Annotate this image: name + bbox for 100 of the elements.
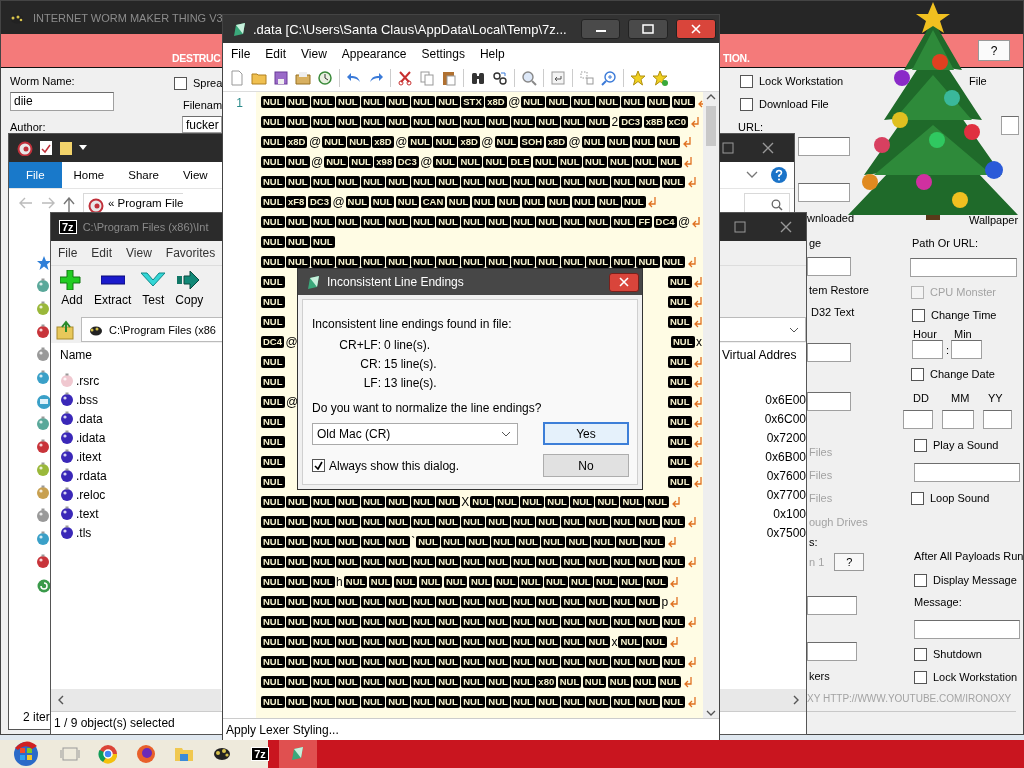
- checkbox[interactable]: [911, 491, 924, 505]
- file-name[interactable]: .idata: [76, 430, 106, 445]
- computer-icon[interactable]: [36, 392, 52, 409]
- dialog-button[interactable]: Yes: [543, 422, 629, 445]
- scissors-icon[interactable]: [397, 70, 413, 86]
- text-field[interactable]: [1001, 116, 1019, 135]
- paste-icon[interactable]: [441, 70, 457, 86]
- menu-item[interactable]: View: [293, 47, 334, 61]
- text-field[interactable]: [951, 340, 982, 359]
- ribbon-tab[interactable]: File: [9, 162, 62, 188]
- checkbox[interactable]: [914, 438, 927, 452]
- ornament-icon[interactable]: [36, 461, 52, 478]
- up-arrow-icon[interactable]: [63, 197, 75, 213]
- star-icon[interactable]: [630, 70, 646, 86]
- text-field[interactable]: [807, 642, 857, 661]
- folder-icon[interactable]: [59, 140, 73, 156]
- checkbox[interactable]: [914, 573, 927, 587]
- text-field[interactable]: fucker: [182, 116, 222, 133]
- menu-item[interactable]: Help: [471, 47, 512, 61]
- toolbar-button[interactable]: Extract: [91, 270, 135, 307]
- help-icon[interactable]: [770, 166, 788, 184]
- minimize-button[interactable]: [580, 19, 621, 39]
- replace-icon[interactable]: [492, 70, 508, 86]
- text-field[interactable]: [807, 257, 851, 276]
- toolbar-button[interactable]: Test: [138, 270, 169, 307]
- text-field[interactable]: [807, 392, 851, 411]
- ornament-icon[interactable]: [36, 346, 52, 363]
- menu-item[interactable]: Edit: [84, 246, 120, 260]
- file-name[interactable]: .text: [76, 506, 99, 521]
- history-icon[interactable]: [317, 70, 333, 86]
- text-field[interactable]: [910, 258, 1017, 277]
- text-field[interactable]: [914, 463, 1020, 482]
- text-field[interactable]: [807, 343, 851, 362]
- toolbar-button[interactable]: Add: [57, 270, 87, 307]
- file-name[interactable]: .bss: [76, 392, 98, 407]
- maximize-button[interactable]: [628, 19, 669, 39]
- checkbox[interactable]: [312, 459, 325, 472]
- horizontal-scrollbar[interactable]: [720, 689, 806, 711]
- text-field[interactable]: [903, 410, 933, 429]
- text-field[interactable]: [983, 410, 1012, 429]
- help-button[interactable]: ?: [834, 553, 865, 571]
- menu-item[interactable]: Settings: [413, 47, 472, 61]
- menu-item[interactable]: File: [223, 47, 258, 61]
- file-name[interactable]: .reloc: [76, 487, 106, 502]
- scroll-thumb[interactable]: [706, 106, 716, 146]
- zoom-in-icon[interactable]: [601, 70, 617, 86]
- file-name[interactable]: .rsrc: [76, 373, 100, 388]
- checkbox[interactable]: [911, 367, 924, 381]
- menu-item[interactable]: Edit: [257, 47, 294, 61]
- text-field[interactable]: [942, 410, 974, 429]
- caret-icon[interactable]: [79, 145, 87, 151]
- menu-item[interactable]: Favorites: [158, 246, 223, 260]
- ornament-icon[interactable]: [36, 415, 52, 432]
- save-icon[interactable]: [273, 70, 289, 86]
- ornament-icon[interactable]: [36, 369, 52, 386]
- line-ending-dropdown[interactable]: Old Mac (CR): [312, 422, 518, 445]
- dialog-button[interactable]: No: [543, 454, 629, 477]
- menu-item[interactable]: Appearance: [333, 47, 414, 61]
- file-name[interactable]: .itext: [76, 449, 102, 464]
- text-field[interactable]: [798, 183, 850, 202]
- help-button[interactable]: ?: [978, 40, 1010, 61]
- text-field[interactable]: [798, 137, 850, 156]
- ornament-icon[interactable]: [36, 530, 52, 547]
- text-field[interactable]: [914, 620, 1020, 639]
- zoom-icon[interactable]: [521, 70, 537, 86]
- chevron-icon[interactable]: [746, 171, 758, 179]
- checkbox[interactable]: [174, 76, 187, 90]
- text-field[interactable]: diie: [10, 92, 114, 111]
- toolbar-button[interactable]: Copy: [172, 270, 207, 307]
- star-icon[interactable]: [36, 254, 52, 271]
- ornament-icon[interactable]: [36, 300, 52, 317]
- horizontal-scrollbar[interactable]: [51, 689, 221, 711]
- up-folder-icon[interactable]: [56, 319, 76, 340]
- file-name[interactable]: .rdata: [76, 468, 107, 483]
- checkbox[interactable]: [914, 647, 927, 661]
- ornament-icon[interactable]: [36, 438, 52, 455]
- ornament-icon[interactable]: [36, 277, 52, 294]
- vertical-scrollbar[interactable]: [703, 92, 719, 718]
- close-button[interactable]: [676, 19, 716, 39]
- close-button[interactable]: [609, 272, 639, 292]
- binoculars-icon[interactable]: [470, 70, 486, 86]
- checklist-icon[interactable]: [39, 140, 53, 156]
- text-field[interactable]: [807, 596, 857, 615]
- control-char-badge: NUL: [461, 116, 485, 128]
- text-field[interactable]: [912, 340, 943, 359]
- checkbox[interactable]: [740, 97, 753, 111]
- file-name[interactable]: .data: [76, 411, 103, 426]
- checkbox[interactable]: [912, 308, 925, 322]
- ornament-icon[interactable]: [36, 553, 52, 570]
- file-name[interactable]: .tls: [76, 525, 92, 540]
- menu-item[interactable]: View: [119, 246, 159, 260]
- star-add-icon[interactable]: [652, 70, 668, 86]
- taskbar-button[interactable]: 7z: [241, 740, 279, 768]
- checkbox[interactable]: [914, 670, 927, 684]
- menu-item[interactable]: File: [51, 246, 85, 260]
- ornament-icon[interactable]: [36, 507, 52, 524]
- ornament-icon[interactable]: [36, 323, 52, 340]
- ornament-icon[interactable]: [36, 484, 52, 501]
- checkbox[interactable]: [740, 74, 753, 88]
- control-char-badge: NUL: [261, 196, 285, 208]
